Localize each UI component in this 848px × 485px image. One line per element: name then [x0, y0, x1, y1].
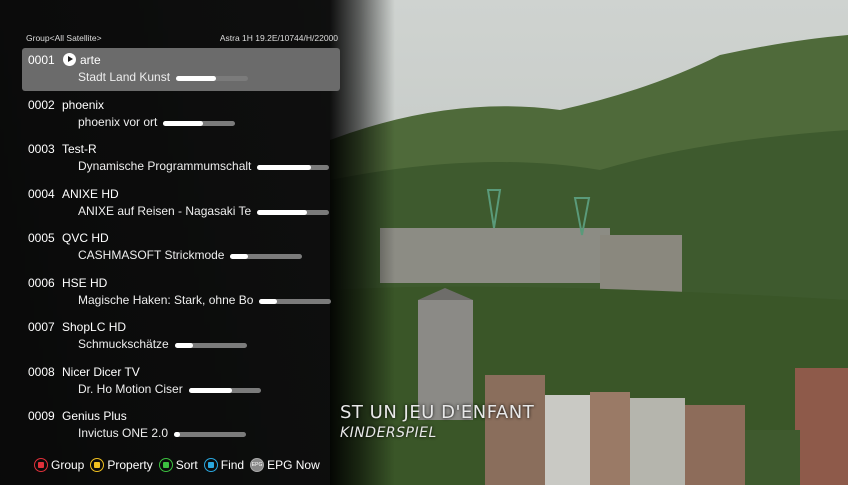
channel-name: ANIXE HD [62, 186, 119, 201]
program-title: Invictus ONE 2.0 [78, 426, 169, 440]
channel-name: arte [80, 53, 101, 67]
program-progress-fill [174, 432, 180, 437]
program-title: ANIXE auf Reisen - Nagasaki Te [78, 203, 252, 218]
channel-row[interactable]: 0007 ShopLC HD Schmuckschätze [22, 315, 340, 358]
epg-now-button[interactable]: EPG EPG Now [250, 458, 320, 472]
program-progress-fill [175, 343, 193, 348]
channel-row[interactable]: 0003 Test-R Dynamische Programmumschalt [22, 137, 340, 180]
sort-button[interactable]: Sort [158, 458, 198, 472]
group-label: Group<All Satellite> [26, 33, 102, 43]
program-title: Schmuckschätze [78, 337, 169, 351]
program-progress-fill [189, 387, 232, 393]
channel-number: 0002 [28, 97, 55, 112]
channel-row[interactable]: 0004 ANIXE HD ANIXE auf Reisen - Nagasaki … [22, 182, 340, 225]
program-progress-bar [257, 165, 329, 170]
property-button[interactable]: Property [90, 458, 153, 472]
video-subtitle: ST UN JEU D'ENFANT KINDERSPIEL [340, 402, 534, 441]
channel-name: QVC HD [62, 231, 109, 245]
group-button-label: Group [51, 458, 85, 472]
channel-row[interactable]: 0006 HSE HD Magische Haken: Stark, ohne Bo [22, 271, 340, 314]
channel-name: HSE HD [62, 275, 108, 290]
channel-number: 0005 [28, 231, 55, 245]
program-progress-bar [259, 298, 331, 304]
channel-number: 0009 [28, 409, 55, 423]
channel-row[interactable]: 0002 phoenix phoenix vor ort [22, 93, 340, 136]
program-title: phoenix vor ort [78, 114, 158, 129]
program-progress-bar [175, 343, 247, 348]
property-button-label: Property [107, 458, 153, 472]
channel-name: Nicer Dicer TV [62, 364, 140, 379]
channel-row[interactable]: 0005 QVC HD CASHMASOFT Strickmode [22, 226, 340, 269]
satellite-info: Astra 1H 19.2E/10744/H/22000 [219, 33, 338, 43]
video-subtitle-line1: ST UN JEU D'ENFANT [340, 402, 535, 423]
video-subtitle-line2: KINDERSPIEL [340, 425, 437, 441]
channel-row[interactable]: 0009 Genius Plus Invictus ONE 2.0 [22, 404, 340, 447]
program-title: Dr. Ho Motion Ciser [78, 381, 183, 396]
red-key-icon [34, 458, 48, 472]
channel-name: Genius Plus [62, 409, 127, 423]
channel-number: 0001 [28, 53, 55, 67]
group-button[interactable]: Group [34, 458, 84, 472]
channel-list-header: Group<All Satellite> Astra 1H 19.2E/1074… [22, 26, 340, 48]
channel-number: 0007 [28, 320, 55, 334]
program-progress-bar [163, 120, 235, 126]
program-progress-fill [257, 209, 307, 215]
channel-name: Test-R [62, 142, 97, 156]
yellow-key-icon [90, 458, 105, 472]
channel-row[interactable]: 0008 Nicer Dicer TV Dr. Ho Motion Ciser [22, 360, 340, 403]
program-progress-bar [257, 209, 329, 215]
find-button[interactable]: Find [203, 458, 245, 472]
program-title: Stadt Land Kunst [78, 70, 171, 84]
channel-name: phoenix [62, 97, 105, 112]
find-button-label: Find [220, 458, 245, 472]
blue-key-icon [203, 458, 218, 472]
channel-row[interactable]: 0001 arte Stadt Land Kunst [22, 48, 340, 91]
program-progress-fill [176, 76, 216, 81]
channel-list: 0001 arte Stadt Land Kunst 0002 phoenix phoen… [22, 48, 340, 447]
epg-now-button-label: EPG Now [267, 458, 320, 472]
green-key-icon [158, 458, 173, 472]
program-progress-fill [230, 254, 248, 259]
program-progress-bar [189, 387, 261, 393]
channel-number: 0006 [28, 275, 55, 290]
channel-number: 0008 [28, 364, 55, 379]
channel-list-panel: Group<All Satellite> Astra 1H 19.2E/1074… [22, 26, 340, 449]
program-title: Magische Haken: Stark, ohne Bo [78, 292, 254, 307]
sort-button-label: Sort [175, 458, 198, 472]
program-progress-fill [259, 298, 277, 304]
play-icon [63, 53, 76, 66]
channel-name: ShopLC HD [62, 320, 127, 334]
program-progress-bar [230, 254, 302, 259]
program-progress-fill [257, 165, 311, 170]
channel-number: 0004 [28, 186, 55, 201]
program-title: Dynamische Programmumschalt [78, 159, 252, 173]
channel-number: 0003 [28, 142, 55, 156]
program-progress-fill [163, 120, 203, 126]
color-key-footer: Group Property Sort Find EPG EPG Now [34, 456, 326, 474]
program-progress-bar [174, 432, 246, 437]
program-progress-bar [176, 76, 248, 81]
program-title: CASHMASOFT Strickmode [78, 248, 225, 262]
epg-key-icon: EPG [250, 458, 265, 472]
